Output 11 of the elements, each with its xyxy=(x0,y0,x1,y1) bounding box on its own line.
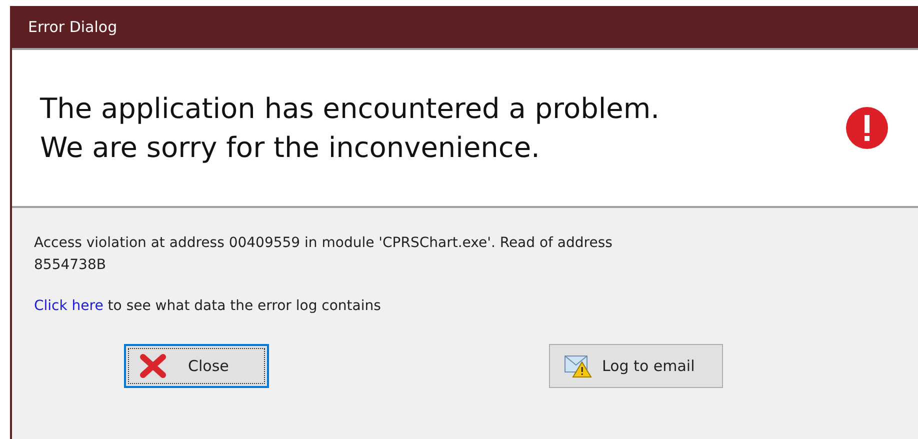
headline-text: We are sorry for the inconvenience. xyxy=(40,131,541,164)
window-title: Error Dialog xyxy=(28,18,118,36)
headline-text: The application has encountered a problem. xyxy=(40,92,660,125)
log-to-email-button[interactable]: Log to email xyxy=(549,344,723,388)
log-hint-text: Click here to see what data the error log contains xyxy=(34,298,382,314)
cross-icon xyxy=(140,354,166,378)
close-button[interactable]: Close xyxy=(124,344,269,388)
error-icon xyxy=(846,107,888,149)
envelope-warning-icon xyxy=(564,354,592,378)
click-here-link[interactable]: Click here xyxy=(34,298,104,314)
error-message: Access violation at address 00409559 in module 'CPRSChart.exe'. Read of address 8554738B xyxy=(34,234,614,275)
